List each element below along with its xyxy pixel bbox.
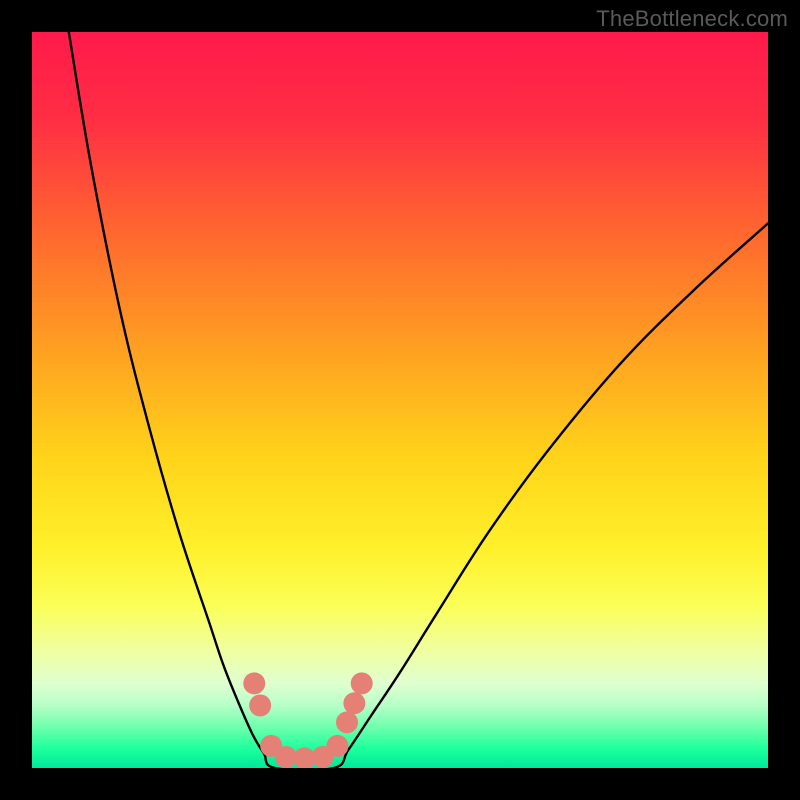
highlight-marker xyxy=(351,672,373,694)
highlight-marker xyxy=(343,692,365,714)
highlight-marker xyxy=(336,711,358,733)
highlight-marker xyxy=(243,672,265,694)
watermark-text: TheBottleneck.com xyxy=(596,6,788,32)
bottleneck-curve xyxy=(69,32,768,768)
chart-canvas: TheBottleneck.com xyxy=(0,0,800,800)
highlight-marker xyxy=(249,694,271,716)
highlight-marker xyxy=(326,735,348,757)
plot-area xyxy=(32,32,768,768)
curves-layer xyxy=(32,32,768,768)
